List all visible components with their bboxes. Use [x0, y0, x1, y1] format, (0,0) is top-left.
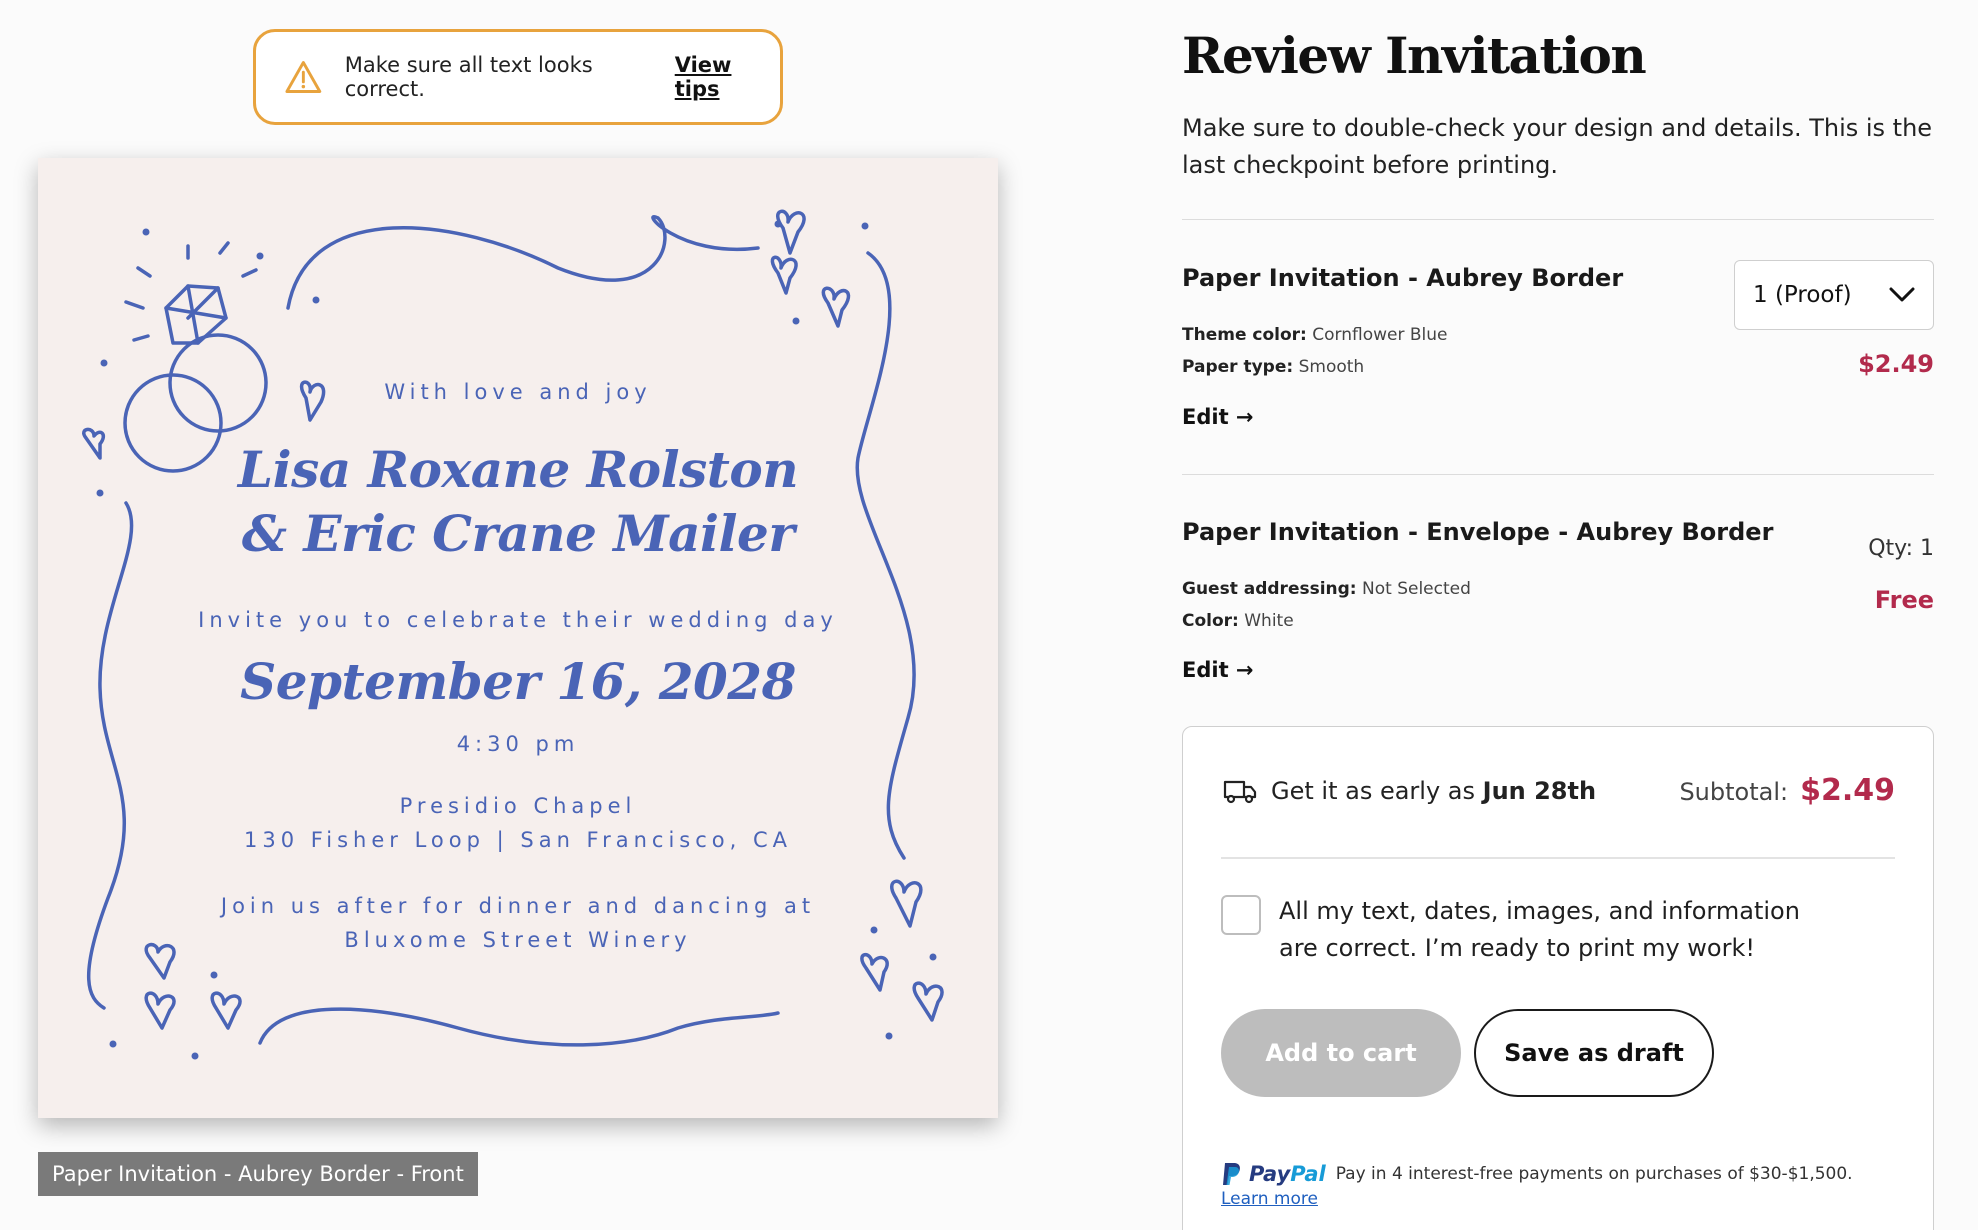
tip-banner: Make sure all text looks correct. View t…: [253, 29, 783, 125]
item-price-envelope: Free: [1874, 586, 1934, 614]
delivery-estimate: Get it as early as Jun 28th: [1223, 777, 1596, 805]
invitation-preview: With love and joy Lisa Roxane Rolston & …: [38, 158, 998, 1118]
item-name-invitation: Paper Invitation - Aubrey Border: [1182, 264, 1624, 292]
divider: [1221, 857, 1895, 859]
invitation-intro: With love and joy: [384, 380, 652, 404]
edit-envelope-link[interactable]: Edit →: [1182, 658, 1254, 682]
view-tips-link[interactable]: View tips: [675, 53, 780, 101]
attr-value: Smooth: [1298, 357, 1365, 377]
preview-caption: Paper Invitation - Aubrey Border - Front: [38, 1152, 478, 1196]
attr-value: White: [1244, 611, 1294, 631]
warning-icon: [285, 61, 322, 93]
quantity-select[interactable]: 1 (Proof): [1734, 260, 1934, 330]
invitation-date: September 16, 2028: [240, 652, 796, 711]
paypal-text: Pay in 4 interest-free payments on purch…: [1335, 1164, 1853, 1184]
chevron-down-icon: [1889, 287, 1915, 302]
paypal-wordmark: PayPal: [1249, 1162, 1326, 1186]
delivery-prefix: Get it as early as: [1271, 777, 1475, 805]
invitation-names-line2: & Eric Crane Mailer: [241, 504, 795, 563]
save-as-draft-button[interactable]: Save as draft: [1474, 1009, 1714, 1097]
paypal-wordmark-b: Pal: [1290, 1162, 1326, 1186]
invitation-time: 4:30 pm: [456, 732, 580, 756]
item-qty-envelope: Qty: 1: [1868, 536, 1934, 561]
add-to-cart-button[interactable]: Add to cart: [1221, 1009, 1461, 1097]
invitation-after-line2: Bluxome Street Winery: [344, 928, 692, 952]
attr-label: Color:: [1182, 611, 1239, 631]
attr-value: Cornflower Blue: [1312, 325, 1448, 345]
edit-invitation-link[interactable]: Edit →: [1182, 405, 1254, 429]
invitation-border-decoration: [82, 209, 944, 1060]
invitation-venue: Presidio Chapel: [399, 794, 637, 818]
attr-label: Theme color:: [1182, 325, 1307, 345]
item-price-invitation: $2.49: [1858, 350, 1934, 378]
attr-label: Guest addressing:: [1182, 579, 1357, 599]
truck-icon: [1223, 780, 1257, 804]
item-attr-color: Color: White: [1182, 611, 1294, 631]
item-attr-theme-color: Theme color: Cornflower Blue: [1182, 325, 1447, 345]
confirm-checkbox[interactable]: [1221, 895, 1261, 935]
paypal-wordmark-a: Pay: [1249, 1162, 1291, 1186]
quantity-select-value: 1 (Proof): [1753, 282, 1852, 308]
paypal-logo-icon: [1223, 1163, 1240, 1185]
subtotal: Subtotal: $2.49: [1679, 773, 1895, 808]
divider: [1182, 474, 1934, 475]
item-attr-guest-addressing: Guest addressing: Not Selected: [1182, 579, 1471, 599]
invitation-names-line1: Lisa Roxane Rolston: [237, 440, 799, 499]
subtotal-label: Subtotal:: [1679, 778, 1789, 806]
page-title: Review Invitation: [1182, 26, 1647, 85]
divider: [1182, 219, 1934, 220]
invitation-after-line1: Join us after for dinner and dancing at: [220, 894, 816, 918]
delivery-date: Jun 28th: [1482, 777, 1597, 805]
subtotal-amount: $2.49: [1800, 773, 1895, 808]
page-subtitle: Make sure to double-check your design an…: [1182, 114, 1933, 179]
learn-more-link[interactable]: Learn more: [1221, 1189, 1318, 1209]
item-attr-paper-type: Paper type: Smooth: [1182, 357, 1364, 377]
paypal-promo: PayPal Pay in 4 interest-free payments o…: [1221, 1161, 1853, 1187]
invitation-address: 130 Fisher Loop | San Francisco, CA: [243, 828, 793, 852]
item-name-envelope: Paper Invitation - Envelope - Aubrey Bor…: [1182, 518, 1774, 546]
checkout-box: Get it as early as Jun 28th Subtotal: $2…: [1182, 726, 1934, 1230]
attr-value: Not Selected: [1362, 579, 1471, 599]
tip-text: Make sure all text looks correct.: [344, 53, 593, 101]
attr-label: Paper type:: [1182, 357, 1294, 377]
invitation-invite-line: Invite you to celebrate their wedding da…: [198, 608, 838, 632]
confirm-text: All my text, dates, images, and informat…: [1279, 897, 1800, 962]
